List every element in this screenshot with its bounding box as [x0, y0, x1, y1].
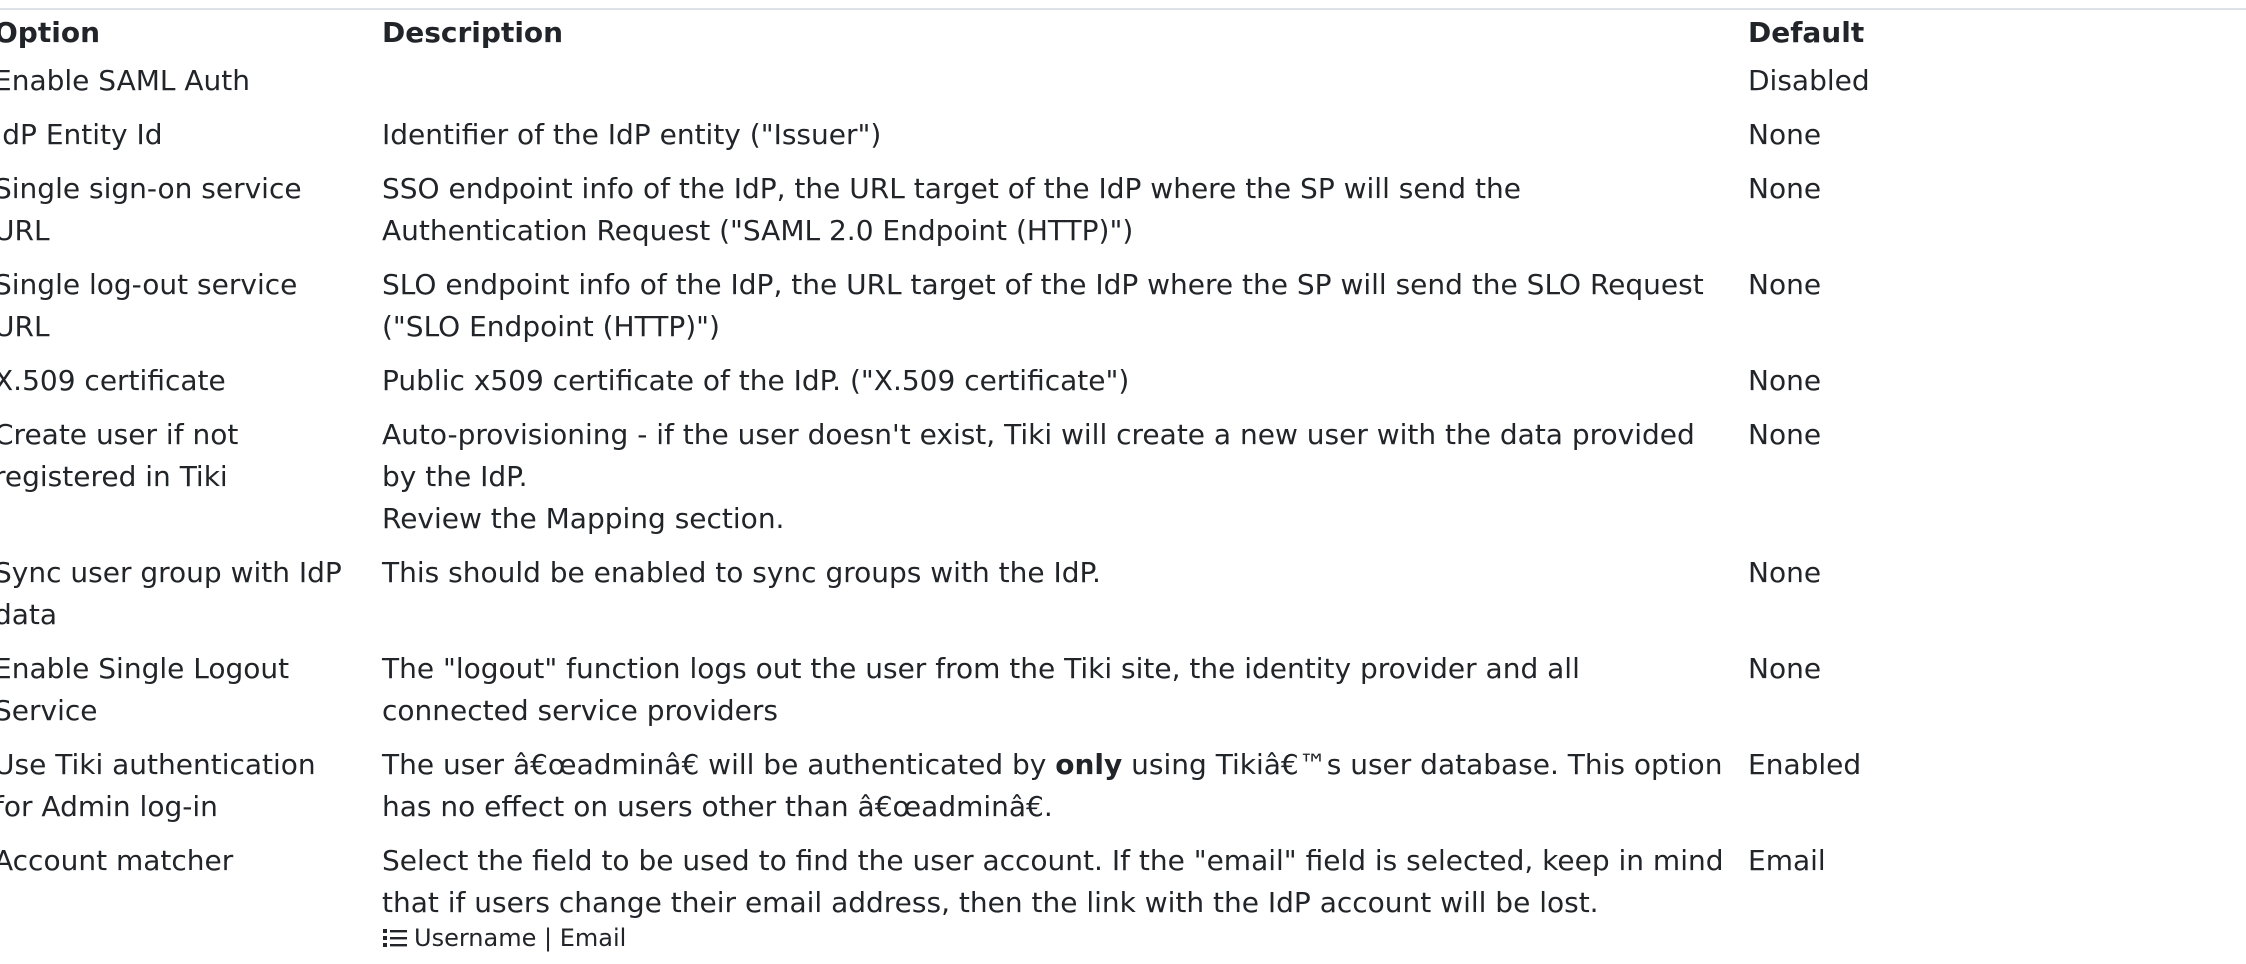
description-emphasis: only [1055, 748, 1123, 781]
option-description: The "logout" function logs out the user … [382, 652, 1580, 727]
option-name: Enable SAML Auth [0, 64, 251, 97]
option-default: None [1748, 556, 1822, 589]
option-description: Identifier of the IdP entity ("Issuer") [382, 118, 882, 151]
option-description [382, 60, 1748, 114]
option-default: None [1748, 118, 1822, 151]
option-name: Single log-out service URL [0, 268, 298, 343]
description-line: Review the Mapping section. [382, 502, 785, 535]
column-header-description: Description [382, 16, 564, 49]
options-table: Option Description Default Enable SAML A… [0, 12, 1988, 964]
option-description: Public x509 certificate of the IdP. ("X.… [382, 364, 1130, 397]
description-text: The user â€œadminâ€ will be authenticate… [382, 748, 1056, 781]
top-divider [0, 8, 2246, 10]
option-default: None [1748, 652, 1822, 685]
table-row: X.509 certificate Public x509 certificat… [0, 360, 1988, 414]
option-default: None [1748, 418, 1822, 451]
option-name: Enable Single Logout Service [0, 652, 290, 727]
option-name: IdP Entity Id [0, 118, 163, 151]
list-icon [383, 929, 407, 947]
table-row: Create user if not registered in Tiki Au… [0, 414, 1988, 552]
option-default: Enabled [1748, 748, 1862, 781]
option-name: Create user if not registered in Tiki [0, 418, 239, 493]
description-line: Auto-provisioning - if the user doesn't … [382, 418, 1695, 493]
option-default: None [1748, 364, 1822, 397]
option-description: This should be enabled to sync groups wi… [382, 556, 1101, 589]
table-row: IdP Entity Id Identifier of the IdP enti… [0, 114, 1988, 168]
table-header-row: Option Description Default [0, 12, 1988, 60]
option-description: The user â€œadminâ€ will be authenticate… [382, 744, 1748, 840]
column-header-default: Default [1748, 16, 1865, 49]
option-name: Use Tiki authentication for Admin log-in [0, 748, 316, 823]
table-row: Enable Single Logout Service The "logout… [0, 648, 1988, 744]
option-description: SSO endpoint info of the IdP, the URL ta… [382, 172, 1521, 247]
option-description: Auto-provisioning - if the user doesn't … [382, 414, 1748, 552]
option-name: Sync user group with IdP data [0, 556, 342, 631]
column-header-option: Option [0, 16, 100, 49]
allowed-values-text: Username | Email [414, 924, 627, 952]
option-default: None [1748, 172, 1822, 205]
option-description: SLO endpoint info of the IdP, the URL ta… [382, 268, 1704, 343]
option-default: Email [1748, 844, 1826, 877]
allowed-values: Username | Email [382, 924, 1724, 952]
table-row: Single sign-on service URL SSO endpoint … [0, 168, 1988, 264]
option-default: None [1748, 268, 1822, 301]
option-name: X.509 certificate [0, 364, 226, 397]
table-row: Single log-out service URL SLO endpoint … [0, 264, 1988, 360]
option-default: Disabled [1748, 64, 1870, 97]
option-name: Account matcher [0, 844, 234, 877]
table-row: Sync user group with IdP data This shoul… [0, 552, 1988, 648]
description-text: Select the field to be used to find the … [382, 844, 1724, 919]
option-description: Select the field to be used to find the … [382, 840, 1748, 964]
table-row: Enable SAML Auth Disabled [0, 60, 1988, 114]
table-row: Account matcher Select the field to be u… [0, 840, 1988, 964]
table-row: Use Tiki authentication for Admin log-in… [0, 744, 1988, 840]
option-name: Single sign-on service URL [0, 172, 302, 247]
